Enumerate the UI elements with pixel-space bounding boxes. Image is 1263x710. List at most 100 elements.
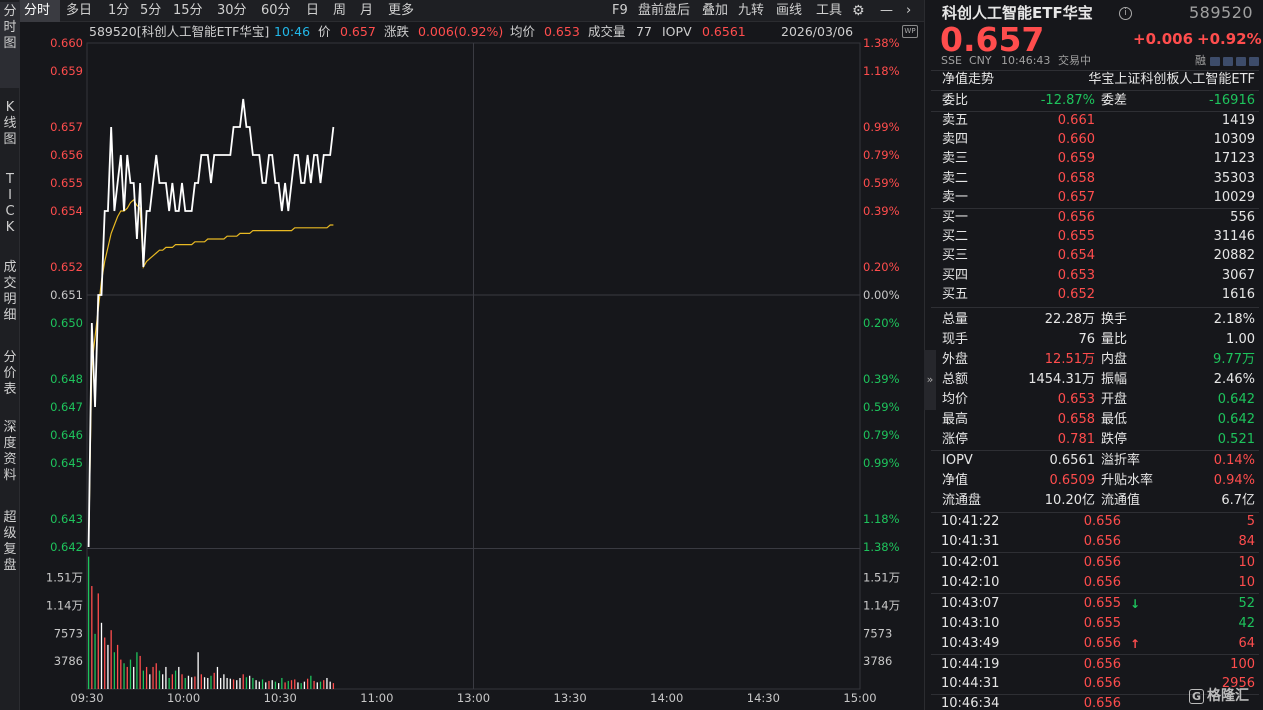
currency: CNY bbox=[969, 54, 992, 67]
bids-price[interactable]: 0.655 bbox=[1058, 228, 1095, 246]
bids-price[interactable]: 0.652 bbox=[1058, 286, 1095, 304]
period-tab-3[interactable]: 5分 bbox=[136, 0, 165, 22]
intraday-chart[interactable]: 0.660 1.38% 0.659 1.18% 0.657 0.99% 0.656 0.79%… bbox=[20, 22, 924, 710]
fund-label: IOPV bbox=[942, 453, 973, 468]
vtab-4[interactable]: 分 价 表 bbox=[0, 348, 20, 400]
time-label: 09:30 bbox=[70, 691, 103, 705]
period-tab-0[interactable]: 分时 bbox=[20, 0, 60, 22]
stats-label: 内盘 bbox=[1101, 352, 1128, 367]
bids-price[interactable]: 0.656 bbox=[1058, 209, 1095, 227]
period-tab-4[interactable]: 15分 bbox=[169, 0, 207, 22]
pct-tick-label: 0.20% bbox=[863, 260, 900, 274]
gear-icon[interactable]: ⚙ bbox=[852, 0, 865, 22]
tick-time: 10:46:34 bbox=[941, 696, 1000, 710]
stats-value: 2.46% bbox=[1213, 372, 1255, 387]
vtab-3[interactable]: 成 交 明 细 bbox=[0, 258, 20, 326]
pct-tick-label: 0.59% bbox=[863, 400, 900, 414]
weibi-value: -12.87% bbox=[1040, 93, 1095, 108]
tick-time: 10:43:10 bbox=[941, 616, 1000, 631]
minimize-icon[interactable]: — bbox=[880, 0, 893, 22]
bids-volume: 556 bbox=[1230, 210, 1255, 225]
time-label: 13:30 bbox=[554, 691, 587, 705]
fund-value: 10.20亿 bbox=[1044, 493, 1095, 508]
plus-icon[interactable] bbox=[1249, 57, 1259, 66]
info-icon[interactable]: i bbox=[1119, 7, 1132, 20]
intraday-chart-svg[interactable]: 0.660 1.38% 0.659 1.18% 0.657 0.99% 0.656 0.79%… bbox=[20, 22, 924, 710]
vtab-0[interactable]: 分 时 图 bbox=[0, 2, 20, 88]
period-tab-5[interactable]: 30分 bbox=[213, 0, 251, 22]
vtab-1[interactable]: K 线 图 bbox=[0, 98, 20, 150]
bids-price[interactable]: 0.654 bbox=[1058, 247, 1095, 265]
period-tab-10[interactable]: 更多 bbox=[384, 0, 418, 22]
vtab-6[interactable]: 超 级 复 盘 bbox=[0, 508, 20, 576]
price-line bbox=[87, 98, 335, 548]
stats-label: 总额 bbox=[942, 372, 969, 387]
expand-panel-icon[interactable]: » bbox=[924, 350, 936, 410]
divider bbox=[931, 593, 1259, 594]
stats-value: 76 bbox=[1078, 332, 1095, 347]
asks-price[interactable]: 0.661 bbox=[1058, 112, 1095, 130]
time-label: 15:00 bbox=[843, 691, 876, 705]
tool-button-0[interactable]: F9 bbox=[612, 0, 628, 22]
bids-label: 买五 bbox=[942, 286, 969, 302]
pct-tick-label: 1.18% bbox=[863, 512, 900, 526]
stats-value: 0.653 bbox=[1057, 392, 1095, 407]
asks-price[interactable]: 0.660 bbox=[1058, 131, 1095, 149]
bell-icon[interactable] bbox=[1236, 57, 1246, 66]
nav-trend-link[interactable]: 净值走势 bbox=[942, 71, 994, 89]
tool-button-2[interactable]: 叠加 bbox=[702, 0, 728, 22]
time-label: 13:00 bbox=[457, 691, 490, 705]
stats-value: 0.658 bbox=[1057, 412, 1095, 427]
asks-label: 卖五 bbox=[942, 113, 969, 128]
tool-button-4[interactable]: 画线 bbox=[776, 0, 802, 22]
app-window: 分 时 图 K 线 图 T I C K 成 交 明 细分 价 表深 度 资 料超 级 … bbox=[0, 0, 1263, 710]
quote-code: 589520 bbox=[1189, 3, 1254, 22]
chart-toolbar: 分时 多日 1分 5分 15分 30分 60分日周月更多 F9 盘前盘后 叠加 九转 画线 工具 ⚙ — › bbox=[20, 0, 924, 22]
tick-volume: 10 bbox=[1238, 555, 1255, 570]
chevron-right-icon[interactable]: › bbox=[906, 0, 911, 22]
asks-price[interactable]: 0.659 bbox=[1058, 150, 1095, 168]
tick-time: 10:42:10 bbox=[941, 575, 1000, 590]
tick-price: 0.656 bbox=[1083, 555, 1121, 570]
bids-volume: 3067 bbox=[1221, 267, 1255, 283]
period-tab-1[interactable]: 多日 bbox=[62, 0, 96, 22]
quote-panel: 科创人工智能ETF华宝 i 589520 0.657 +0.006 +0.92% SSE CN… bbox=[924, 0, 1263, 710]
stats-value: 9.77万 bbox=[1213, 352, 1255, 367]
pct-tick-label: 1.38% bbox=[863, 540, 900, 554]
price-tick-label: 0.655 bbox=[50, 176, 83, 190]
wp-icon[interactable]: WP bbox=[902, 25, 918, 38]
asks-price[interactable]: 0.657 bbox=[1058, 189, 1095, 207]
tick-price: 0.656 bbox=[1083, 575, 1121, 590]
volume-tick-label-right: 3786 bbox=[863, 654, 892, 668]
watermark: G 格隆汇 bbox=[1188, 685, 1249, 705]
stats-label: 跌停 bbox=[1101, 432, 1128, 447]
fund-label: 溢折率 bbox=[1101, 453, 1141, 468]
header-price: 0.657 bbox=[340, 24, 376, 39]
tool-button-3[interactable]: 九转 bbox=[738, 0, 764, 22]
vtab-5[interactable]: 深 度 资 料 bbox=[0, 418, 20, 486]
asks-price[interactable]: 0.658 bbox=[1058, 170, 1095, 188]
stats-value: 1.00 bbox=[1226, 332, 1255, 347]
quote-time: 10:46:43 bbox=[1001, 54, 1051, 67]
period-tab-2[interactable]: 1分 bbox=[104, 0, 133, 22]
stats-label: 最高 bbox=[942, 412, 969, 427]
tick-volume: 52 bbox=[1238, 596, 1255, 611]
header-vol-label: 成交量 bbox=[588, 24, 626, 39]
stats-label: 涨停 bbox=[942, 432, 969, 447]
edit-icon[interactable] bbox=[1210, 57, 1220, 66]
period-tab-7[interactable]: 日 bbox=[302, 0, 323, 22]
header-price-label: 价 bbox=[318, 24, 331, 39]
stats-label: 量比 bbox=[1101, 332, 1128, 347]
period-tab-9[interactable]: 月 bbox=[356, 0, 377, 22]
tick-time: 10:41:22 bbox=[941, 514, 1000, 529]
tool-button-5[interactable]: 工具 bbox=[816, 0, 842, 22]
period-tab-8[interactable]: 周 bbox=[329, 0, 350, 22]
price-tick-label: 0.643 bbox=[50, 512, 83, 526]
fund-label: 升贴水率 bbox=[1101, 473, 1154, 488]
vtab-2[interactable]: T I C K bbox=[0, 170, 20, 238]
lock-icon[interactable] bbox=[1223, 57, 1233, 66]
period-tab-6[interactable]: 60分 bbox=[257, 0, 295, 22]
bids-price[interactable]: 0.653 bbox=[1058, 267, 1095, 285]
tool-button-1[interactable]: 盘前盘后 bbox=[638, 0, 690, 22]
header-avg-label: 均价 bbox=[510, 24, 536, 39]
